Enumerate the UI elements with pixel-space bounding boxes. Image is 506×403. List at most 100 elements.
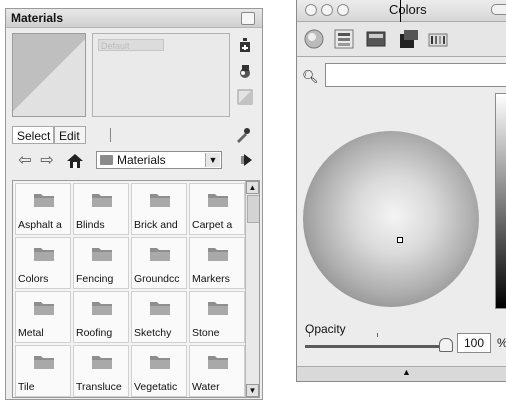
folder-label: Transluce (76, 381, 122, 393)
folder-icon (150, 302, 170, 315)
create-material-icon[interactable] (237, 37, 253, 53)
material-folder-grid: Asphalt a Blinds Brick and Carpet a Colors Fe… (12, 180, 260, 398)
colors-title: Colors (389, 2, 427, 17)
materials-title: Materials (11, 11, 64, 25)
material-folder-tile[interactable]: Brick and (131, 183, 187, 235)
toolbar-toggle-button[interactable] (491, 4, 506, 15)
tab-select[interactable]: Select (12, 126, 54, 144)
search-icon: 🔍︎ (302, 69, 319, 84)
zoom-button[interactable] (337, 4, 349, 16)
materials-title-bar[interactable]: Materials (6, 9, 262, 28)
callout-line (400, 0, 401, 22)
chevron-up-icon[interactable]: ▲ (402, 367, 411, 377)
opacity-row: Opacity 100 % (297, 315, 506, 367)
eyedropper-icon[interactable] (234, 126, 252, 144)
folder-icon (34, 302, 54, 315)
brightness-slider[interactable] (495, 93, 506, 309)
default-material-icon[interactable] (237, 89, 253, 105)
color-wheel-area (297, 93, 506, 315)
opacity-slider-knob[interactable] (439, 338, 453, 352)
tab-divider (110, 128, 111, 142)
color-sliders-icon[interactable] (333, 28, 355, 50)
tab-edit[interactable]: Edit (54, 126, 86, 144)
folder-label: Water (192, 381, 220, 393)
folder-icon (92, 194, 112, 207)
folder-icon (208, 302, 228, 315)
slider-tick (377, 333, 378, 337)
material-folder-tile[interactable]: Transluce (73, 345, 129, 397)
folder-icon (34, 356, 54, 369)
material-folder-tile[interactable]: Fencing (73, 237, 129, 289)
colors-toolbar (297, 22, 506, 57)
scroll-down-icon[interactable]: ▼ (246, 384, 259, 397)
folder-icon (150, 248, 170, 261)
material-folder-tile[interactable]: Vegetatic (131, 345, 187, 397)
material-name-area: Default (92, 33, 230, 117)
material-folder-tile[interactable]: Groundcc (131, 237, 187, 289)
library-dropdown[interactable]: Materials ▼ (96, 151, 222, 169)
library-dropdown-value: Materials (117, 153, 166, 167)
slider-tick (309, 333, 310, 337)
close-button[interactable] (305, 4, 317, 16)
folder-icon (34, 194, 54, 207)
folder-icon (208, 194, 228, 207)
color-search-row: 🔍︎ (297, 57, 506, 93)
opacity-slider[interactable] (305, 338, 453, 352)
folder-label: Asphalt a (18, 219, 62, 231)
material-folder-tile[interactable]: Water (189, 345, 245, 397)
details-arrow-icon[interactable] (240, 152, 256, 168)
color-wheel[interactable] (303, 131, 479, 307)
color-cursor[interactable] (397, 237, 403, 243)
folder-label: Fencing (76, 273, 114, 285)
material-folder-tile[interactable]: Sketchy (131, 291, 187, 343)
material-folder-tile[interactable]: Asphalt a (15, 183, 71, 235)
material-preview-swatch[interactable] (12, 33, 86, 117)
material-folder-tile[interactable]: Colors (15, 237, 71, 289)
folder-icon (208, 356, 228, 369)
colors-window: Colors 🔍︎ Opacity 100 ▲ (296, 0, 506, 382)
folder-label: Brick and (134, 219, 178, 231)
image-palettes-icon[interactable] (397, 28, 419, 50)
chevron-down-icon[interactable]: ▼ (205, 153, 220, 167)
colors-title-bar[interactable]: Colors (297, 0, 506, 22)
scroll-up-icon[interactable]: ▲ (246, 181, 259, 194)
folder-label: Markers (192, 273, 230, 285)
sample-paint-icon[interactable] (237, 63, 253, 79)
material-folder-tile[interactable]: Blinds (73, 183, 129, 235)
opacity-value-field[interactable]: 100 (457, 333, 491, 353)
minimize-button[interactable] (321, 4, 333, 16)
material-folder-tile[interactable]: Metal (15, 291, 71, 343)
drawer-handle[interactable]: ▲ (297, 366, 506, 381)
folder-label: Tile (18, 381, 35, 393)
folder-icon (150, 194, 170, 207)
folder-label: Blinds (76, 219, 105, 231)
color-wheel-icon[interactable] (303, 28, 325, 50)
folder-icon (92, 248, 112, 261)
opacity-unit: % (497, 336, 506, 350)
folder-icon (100, 155, 113, 165)
material-name-field[interactable]: Default (98, 39, 164, 51)
search-input[interactable] (325, 63, 506, 87)
material-folder-tile[interactable]: Carpet a (189, 183, 245, 235)
material-folder-tile[interactable]: Stone (189, 291, 245, 343)
grid-scrollbar[interactable]: ▲ ▼ (245, 181, 259, 397)
home-icon[interactable] (66, 152, 84, 170)
close-icon[interactable] (241, 12, 255, 25)
folder-label: Groundcc (134, 273, 180, 285)
crayons-icon[interactable] (427, 28, 449, 50)
folder-icon (34, 248, 54, 261)
material-navigation: ⇦ ⇨ Materials ▼ (12, 150, 262, 172)
opacity-label: Opacity (305, 322, 346, 336)
material-folder-tile[interactable]: Tile (15, 345, 71, 397)
back-arrow-icon[interactable]: ⇦ (16, 152, 34, 170)
materials-panel: Materials Default Select Edit ⇦ ⇨ Materi… (5, 8, 263, 400)
scroll-thumb[interactable] (247, 195, 259, 223)
folder-icon (150, 356, 170, 369)
color-palettes-icon[interactable] (365, 28, 387, 50)
material-folder-tile[interactable]: Roofing (73, 291, 129, 343)
folder-label: Sketchy (134, 327, 172, 339)
forward-arrow-icon[interactable]: ⇨ (38, 152, 56, 170)
material-folder-tile[interactable]: Markers (189, 237, 245, 289)
folder-label: Stone (192, 327, 220, 339)
folder-icon (208, 248, 228, 261)
